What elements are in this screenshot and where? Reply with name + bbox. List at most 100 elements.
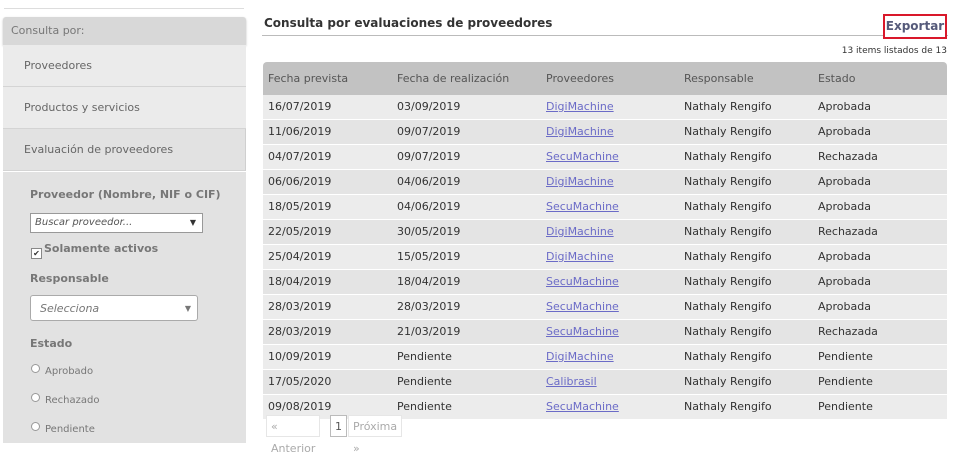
cell-fecha-realizacion: 04/06/2019 [397,200,461,213]
provider-filter-label: Proveedor (Nombre, NIF o CIF) [30,188,221,201]
filter-panel: Proveedor (Nombre, NIF o CIF) Buscar pro… [3,172,246,443]
pagination-prev-button[interactable]: « Anterior [266,415,321,455]
cell-responsable: Nathaly Rengifo [684,275,772,288]
cell-fecha-realizacion: Pendiente [397,375,452,388]
table-row: 28/03/2019 28/03/2019 SecuMachine Nathaly R… [263,295,947,320]
cell-fecha-prevista: 06/06/2019 [268,175,332,188]
table-row: 06/06/2019 04/06/2019 DigiMachine Nathaly R… [263,170,947,195]
provider-link[interactable]: DigiMachine [546,245,614,269]
cell-fecha-realizacion: Pendiente [397,350,452,363]
cell-fecha-prevista: 04/07/2019 [268,150,332,163]
cell-responsable: Nathaly Rengifo [684,150,772,163]
responsable-filter-label: Responsable [30,272,109,285]
sidebar-header: Consulta por: [3,17,246,45]
provider-search-placeholder: Buscar proveedor... [35,217,133,228]
provider-link[interactable]: SecuMachine [546,320,619,344]
table-row: 18/05/2019 04/06/2019 SecuMachine Nathaly R… [263,195,947,220]
cell-fecha-realizacion: 15/05/2019 [397,250,461,263]
export-button[interactable]: Exportar [883,14,947,39]
table-row: 25/04/2019 15/05/2019 DigiMachine Nathaly R… [263,245,947,270]
provider-search-select[interactable]: Buscar proveedor... ▼ [30,213,203,233]
sidebar-item-evaluacion-proveedores[interactable]: Evaluación de proveedores [3,129,246,171]
cell-responsable: Nathaly Rengifo [684,375,772,388]
table-body: 16/07/2019 03/09/2019 DigiMachine Nathaly R… [263,95,947,420]
cell-fecha-prevista: 28/03/2019 [268,325,332,338]
table-row: 16/07/2019 03/09/2019 DigiMachine Nathaly R… [263,95,947,120]
cell-estado: Rechazada [818,225,878,238]
table-row: 28/03/2019 21/03/2019 SecuMachine Nathaly R… [263,320,947,345]
cell-fecha-realizacion: Pendiente [397,400,452,413]
cell-fecha-prevista: 17/05/2020 [268,375,332,388]
estado-radio-pendiente-label: Pendiente [45,424,95,435]
cell-estado: Aprobada [818,100,871,113]
responsable-select[interactable]: Selecciona ▼ [30,295,198,321]
cell-fecha-prevista: 10/09/2019 [268,350,332,363]
cell-responsable: Nathaly Rengifo [684,175,772,188]
cell-fecha-realizacion: 09/07/2019 [397,150,461,163]
sidebar-item-proveedores[interactable]: Proveedores [3,45,246,87]
sidebar: Consulta por: Proveedores Productos y se… [0,0,246,443]
items-count: 13 items listados de 13 [841,46,947,56]
provider-link[interactable]: DigiMachine [546,220,614,244]
cell-responsable: Nathaly Rengifo [684,225,772,238]
estado-radio-rechazado-label: Rechazado [45,395,100,406]
only-active-checkbox[interactable]: ✔ [31,248,42,259]
cell-estado: Aprobada [818,125,871,138]
cell-responsable: Nathaly Rengifo [684,300,772,313]
provider-link[interactable]: SecuMachine [546,295,619,319]
cell-estado: Aprobada [818,200,871,213]
provider-link[interactable]: SecuMachine [546,270,619,294]
only-active-label: Solamente activos [44,242,159,255]
estado-radio-aprobado-label: Aprobado [45,366,94,377]
cell-responsable: Nathaly Rengifo [684,100,772,113]
cell-responsable: Nathaly Rengifo [684,325,772,338]
provider-link[interactable]: SecuMachine [546,395,619,419]
cell-estado: Rechazada [818,150,878,163]
cell-responsable: Nathaly Rengifo [684,350,772,363]
cell-fecha-realizacion: 18/04/2019 [397,275,461,288]
table-row: 18/04/2019 18/04/2019 SecuMachine Nathaly R… [263,270,947,295]
provider-link[interactable]: Calibrasil [546,370,597,394]
cell-estado: Pendiente [818,350,873,363]
sidebar-item-productos-servicios[interactable]: Productos y servicios [3,87,246,129]
chevron-down-icon: ▼ [189,218,196,227]
estado-filter-label: Estado [30,337,73,350]
responsable-select-value: Selecciona [40,302,100,315]
cell-fecha-prevista: 16/07/2019 [268,100,332,113]
column-header-fecha-realizacion[interactable]: Fecha de realización [397,62,509,95]
cell-responsable: Nathaly Rengifo [684,200,772,213]
column-header-estado[interactable]: Estado [818,62,855,95]
cell-estado: Pendiente [818,375,873,388]
pagination-next-button[interactable]: Próxima » [348,415,403,455]
cell-estado: Pendiente [818,400,873,413]
cell-responsable: Nathaly Rengifo [684,250,772,263]
chevron-down-icon: ▼ [184,304,191,313]
cell-fecha-realizacion: 21/03/2019 [397,325,461,338]
cell-responsable: Nathaly Rengifo [684,125,772,138]
table-row: 10/09/2019 Pendiente DigiMachine Nathaly Re… [263,345,947,370]
column-header-fecha-prevista[interactable]: Fecha prevista [268,62,348,95]
pagination-current-page[interactable]: 1 [330,415,347,437]
table-header: Fecha prevista Fecha de realización Prov… [263,62,947,95]
provider-link[interactable]: DigiMachine [546,170,614,194]
cell-responsable: Nathaly Rengifo [684,400,772,413]
estado-radio-pendiente[interactable] [31,422,40,431]
provider-link[interactable]: SecuMachine [546,145,619,169]
cell-estado: Aprobada [818,275,871,288]
provider-link[interactable]: DigiMachine [546,120,614,144]
cell-fecha-realizacion: 04/06/2019 [397,175,461,188]
provider-link[interactable]: DigiMachine [546,345,614,369]
column-header-responsable[interactable]: Responsable [684,62,754,95]
cell-fecha-prevista: 25/04/2019 [268,250,332,263]
provider-link[interactable]: DigiMachine [546,95,614,119]
column-header-proveedores[interactable]: Proveedores [546,62,614,95]
cell-estado: Aprobada [818,300,871,313]
cell-fecha-realizacion: 30/05/2019 [397,225,461,238]
cell-estado: Rechazada [818,325,878,338]
table-row: 17/05/2020 Pendiente Calibrasil Nathaly Ren… [263,370,947,395]
cell-estado: Aprobada [818,175,871,188]
estado-radio-rechazado[interactable] [31,393,40,402]
estado-radio-aprobado[interactable] [31,364,40,373]
provider-link[interactable]: SecuMachine [546,195,619,219]
table-row: 22/05/2019 30/05/2019 DigiMachine Nathaly R… [263,220,947,245]
